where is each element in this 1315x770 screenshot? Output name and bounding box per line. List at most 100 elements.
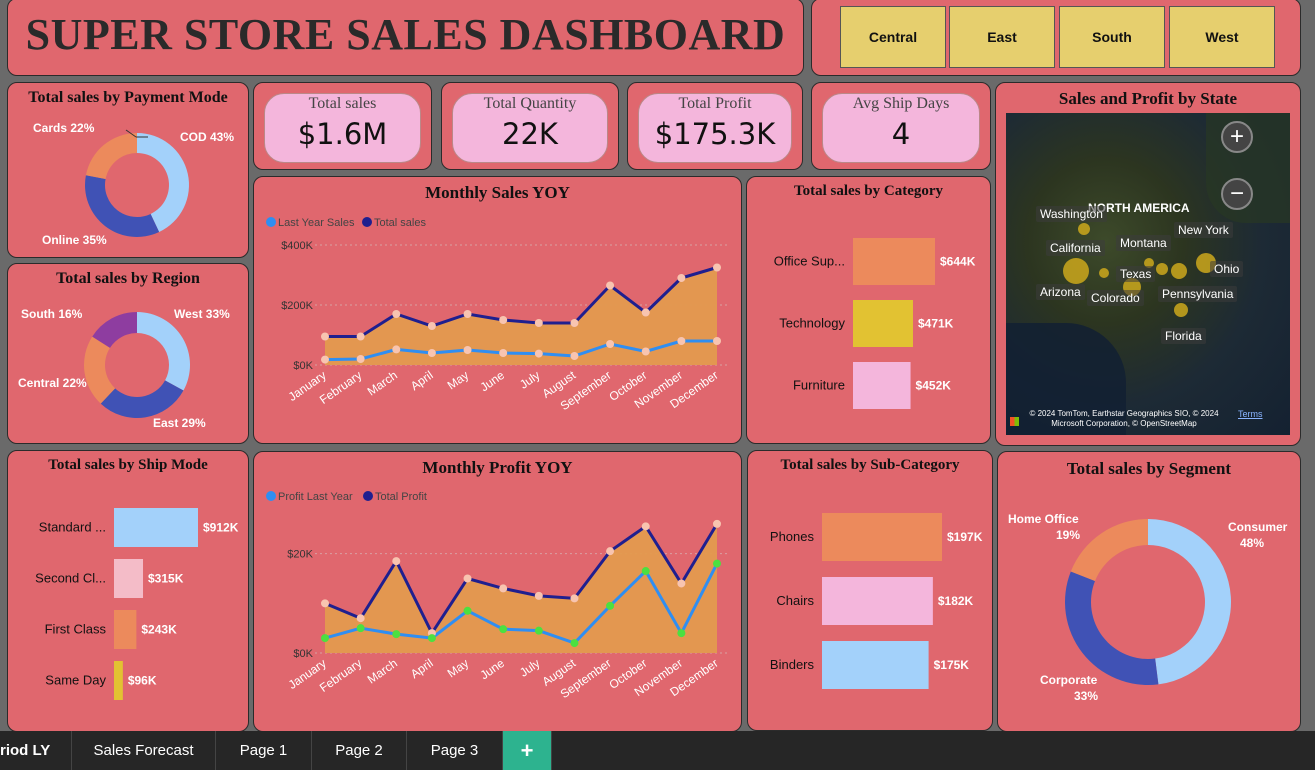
- map-canvas[interactable]: NORTH AMERICA Washington California Mont…: [1006, 113, 1290, 435]
- segment-panel[interactable]: Total sales by Segment Consumer 48% Corp…: [997, 451, 1301, 732]
- sales-point-current[interactable]: [356, 332, 365, 341]
- category-bar[interactable]: [853, 238, 935, 285]
- region-slice-west[interactable]: [137, 312, 190, 391]
- profit-point-current[interactable]: [463, 574, 472, 583]
- sales-point-previous[interactable]: [641, 347, 650, 356]
- profit-point-previous[interactable]: [427, 634, 436, 643]
- zoom-in-button[interactable]: +: [1221, 121, 1253, 153]
- sales-point-previous[interactable]: [321, 355, 329, 364]
- sales-point-current[interactable]: [463, 310, 472, 318]
- map-terms-link[interactable]: Terms: [1238, 409, 1263, 419]
- sales-point-current[interactable]: [606, 281, 615, 290]
- zoom-out-button[interactable]: −: [1221, 178, 1253, 210]
- ship-mode-panel[interactable]: Total sales by Ship Mode Standard ... $91…: [7, 450, 249, 732]
- sales-point-previous[interactable]: [534, 349, 543, 358]
- sales-point-current[interactable]: [534, 319, 543, 327]
- map-panel[interactable]: Sales and Profit by State NORTH AMERICA …: [995, 82, 1301, 446]
- sales-point-previous[interactable]: [570, 352, 579, 360]
- sub-category-bar[interactable]: [822, 641, 929, 689]
- profit-point-previous[interactable]: [499, 625, 508, 634]
- tab-period-ly[interactable]: riod LY: [0, 731, 72, 770]
- sub-category-bar-chart[interactable]: Phones $197K Chairs $182K Binders $175K: [748, 477, 992, 727]
- sales-point-current[interactable]: [321, 332, 329, 341]
- profit-point-current[interactable]: [356, 614, 365, 623]
- profit-point-previous[interactable]: [641, 567, 650, 576]
- map-bubble-colorado[interactable]: [1099, 268, 1109, 278]
- ship-mode-bar[interactable]: [114, 508, 198, 547]
- sales-point-current[interactable]: [641, 308, 650, 317]
- category-panel[interactable]: Total sales by Category Office Sup... $64…: [746, 176, 991, 444]
- tab-sales-forecast[interactable]: Sales Forecast: [72, 731, 216, 770]
- profit-point-previous[interactable]: [321, 634, 329, 643]
- profit-point-current[interactable]: [392, 557, 401, 566]
- monthly-profit-line-chart[interactable]: Profit Last Year Total Profit $0K$20KJan…: [254, 478, 741, 728]
- category-bar-chart[interactable]: Office Sup... $644K Technology $471K Furnitu…: [747, 203, 990, 443]
- profit-point-current[interactable]: [321, 599, 329, 608]
- region-button-south[interactable]: South: [1059, 6, 1165, 68]
- tab-page-2[interactable]: Page 2: [312, 731, 407, 770]
- profit-point-previous[interactable]: [392, 630, 401, 639]
- monthly-sales-line-chart[interactable]: Last Year Sales Total sales $0K $200K $400…: [254, 203, 741, 443]
- profit-point-current[interactable]: [499, 584, 508, 593]
- profit-point-current[interactable]: [606, 547, 615, 556]
- monthly-profit-panel[interactable]: Monthly Profit YOY Profit Last Year Tota…: [253, 451, 742, 732]
- payment-mode-donut[interactable]: COD 43% Online 35% Cards 22%: [8, 107, 248, 257]
- sales-point-current[interactable]: [392, 310, 401, 318]
- profit-point-previous[interactable]: [463, 606, 472, 615]
- region-panel[interactable]: Total sales by Region West 33% East 29% …: [7, 263, 249, 444]
- sub-category-panel[interactable]: Total sales by Sub-Category Phones $197K C…: [747, 450, 993, 731]
- sales-point-current[interactable]: [499, 316, 508, 324]
- profit-point-previous[interactable]: [534, 626, 543, 635]
- sub-category-bar[interactable]: [822, 577, 933, 625]
- profit-point-previous[interactable]: [606, 601, 615, 610]
- sub-category-bar[interactable]: [822, 513, 942, 561]
- segment-donut[interactable]: Consumer 48% Corporate 33% Home Office 1…: [998, 480, 1300, 730]
- category-bar[interactable]: [853, 362, 911, 409]
- profit-point-previous[interactable]: [713, 559, 721, 568]
- sales-point-current[interactable]: [570, 319, 579, 327]
- map-bubble-florida[interactable]: [1174, 303, 1188, 317]
- region-button-central[interactable]: Central: [840, 6, 946, 68]
- tab-page-1[interactable]: Page 1: [216, 731, 312, 770]
- sales-point-previous[interactable]: [463, 346, 472, 354]
- segment-slice-consumer[interactable]: [1148, 519, 1231, 685]
- ship-mode-bar[interactable]: [114, 610, 137, 649]
- profit-point-current[interactable]: [534, 591, 543, 600]
- payment-slice-cards[interactable]: [85, 133, 137, 180]
- region-slice-east[interactable]: [100, 380, 184, 418]
- sales-point-current[interactable]: [713, 263, 721, 272]
- map-bubble-washington[interactable]: [1078, 223, 1090, 235]
- profit-point-current[interactable]: [570, 594, 579, 603]
- profit-point-previous[interactable]: [677, 629, 686, 638]
- profit-point-current[interactable]: [641, 522, 650, 531]
- monthly-sales-panel[interactable]: Monthly Sales YOY Last Year Sales Total …: [253, 176, 742, 444]
- sales-point-current[interactable]: [427, 322, 436, 330]
- map-bubble-california[interactable]: [1063, 258, 1089, 284]
- ship-mode-bar[interactable]: [114, 661, 123, 700]
- region-button-west[interactable]: West: [1169, 6, 1275, 68]
- segment-slice-corporate[interactable]: [1065, 571, 1159, 685]
- map-bubble-pennsylvania[interactable]: [1171, 263, 1187, 279]
- map-bubble-ohio[interactable]: [1156, 263, 1168, 275]
- region-donut[interactable]: West 33% East 29% Central 22% South 16%: [8, 288, 248, 443]
- region-button-east[interactable]: East: [949, 6, 1055, 68]
- profit-point-previous[interactable]: [570, 639, 579, 648]
- sales-point-current[interactable]: [677, 274, 686, 282]
- profit-point-current[interactable]: [713, 519, 721, 528]
- ship-mode-bar[interactable]: [114, 559, 144, 598]
- add-page-button[interactable]: +: [503, 731, 552, 770]
- segment-slice-home-office[interactable]: [1070, 519, 1148, 582]
- payment-mode-panel[interactable]: Total sales by Payment Mode COD 43% Onli…: [7, 82, 249, 258]
- profit-point-current[interactable]: [677, 579, 686, 588]
- sales-point-previous[interactable]: [677, 337, 686, 345]
- sales-point-previous[interactable]: [606, 340, 615, 348]
- ship-mode-bar-chart[interactable]: Standard ... $912K Second Cl... $315K First …: [8, 479, 248, 729]
- tab-page-3[interactable]: Page 3: [407, 731, 503, 770]
- sales-point-previous[interactable]: [713, 337, 721, 345]
- category-bar[interactable]: [853, 300, 913, 347]
- sales-point-previous[interactable]: [392, 345, 401, 354]
- payment-slice-online[interactable]: [85, 175, 160, 237]
- sales-point-previous[interactable]: [356, 355, 365, 363]
- sales-point-previous[interactable]: [499, 349, 508, 357]
- profit-point-previous[interactable]: [356, 624, 365, 633]
